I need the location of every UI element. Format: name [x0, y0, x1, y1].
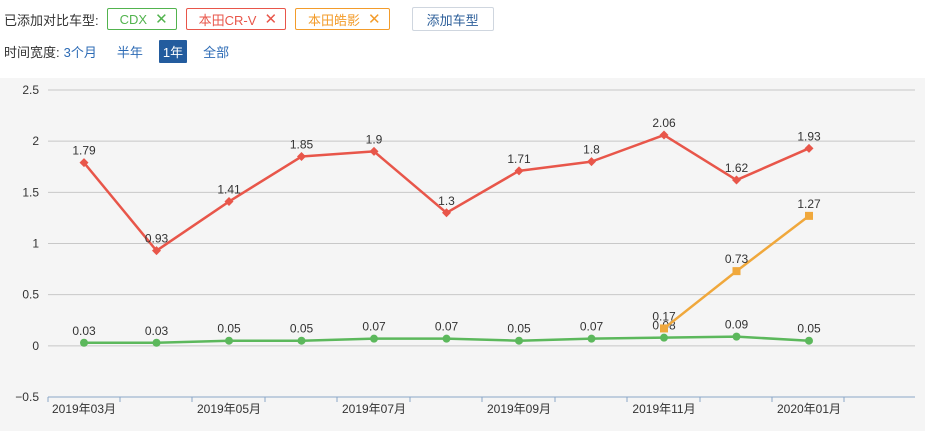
data-point — [805, 211, 813, 220]
data-label: 1.27 — [797, 197, 821, 211]
data-point — [732, 332, 741, 341]
data-label: 0.03 — [145, 324, 169, 338]
chip-cdx[interactable]: CDX ✕ — [106, 8, 177, 30]
data-label: 1.62 — [725, 161, 749, 175]
data-label: 0.07 — [580, 320, 604, 334]
x-tick-label: 2019年07月 — [342, 402, 406, 416]
plot-background — [0, 78, 925, 431]
data-label: 1.8 — [583, 143, 600, 157]
data-label: 0.73 — [725, 252, 749, 266]
chip-label: 本田CR-V — [198, 12, 257, 28]
data-label: 0.05 — [290, 322, 314, 336]
data-point — [587, 334, 596, 343]
y-tick-label: 1 — [32, 237, 39, 251]
data-label: 1.79 — [72, 144, 96, 158]
data-point — [515, 336, 523, 345]
data-label: 1.71 — [507, 152, 531, 166]
time-range-label: 时间宽度: — [4, 44, 60, 60]
data-point — [297, 336, 306, 345]
data-point — [732, 267, 741, 276]
data-label: 0.93 — [145, 232, 169, 246]
y-tick-label: 1.5 — [22, 185, 39, 199]
data-point — [152, 338, 161, 347]
add-model-button[interactable]: 添加车型 — [411, 7, 494, 31]
x-tick-label: 2020年01月 — [777, 402, 841, 416]
x-tick-label: 2019年09月 — [487, 402, 551, 416]
chart-svg: −0.5 0 0.5 1 1.5 2 2.5 2019年03月 2019年05月 2019年07月… — [0, 78, 925, 431]
x-tick-label: 2019年03月 — [52, 402, 116, 416]
remove-icon[interactable]: ✕ — [155, 12, 168, 27]
data-label: 1.93 — [797, 129, 821, 143]
remove-icon[interactable]: ✕ — [368, 12, 381, 27]
range-all[interactable]: 全部 — [199, 40, 233, 63]
y-tick-label: −0.5 — [15, 390, 39, 404]
chip-haoying[interactable]: 本田皓影 ✕ — [295, 8, 390, 30]
data-label: 0.05 — [797, 322, 821, 336]
y-tick-label: 2.5 — [22, 83, 39, 97]
data-point — [805, 336, 813, 345]
data-label: 1.85 — [290, 138, 314, 152]
data-label: 1.41 — [217, 183, 241, 197]
data-point — [80, 338, 88, 347]
data-point — [660, 324, 668, 333]
range-3-months[interactable]: 3个月 — [60, 40, 101, 63]
data-label: 0.05 — [507, 322, 531, 336]
chip-crv[interactable]: 本田CR-V ✕ — [185, 8, 287, 30]
data-label: 0.05 — [217, 322, 241, 336]
data-point — [370, 334, 378, 343]
y-tick-label: 0 — [32, 339, 39, 353]
remove-icon[interactable]: ✕ — [264, 12, 277, 27]
data-label: 0.03 — [72, 324, 96, 338]
x-tick-label: 2019年11月 — [632, 402, 695, 416]
data-label: 0.09 — [725, 318, 749, 332]
data-point — [442, 334, 451, 343]
data-point — [225, 336, 233, 345]
range-half-year[interactable]: 半年 — [113, 40, 147, 63]
line-chart: −0.5 0 0.5 1 1.5 2 2.5 2019年03月 2019年05月 2019年07月… — [0, 78, 925, 431]
range-1-year[interactable]: 1年 — [158, 39, 188, 63]
chip-label: 本田皓影 — [308, 12, 361, 28]
chip-label: CDX — [119, 11, 148, 27]
data-label: 2.06 — [652, 116, 676, 130]
x-tick-label: 2019年05月 — [197, 402, 261, 416]
data-label: 1.9 — [366, 132, 383, 146]
time-range-bar: 时间宽度: 3个月 半年 1年 全部 — [4, 39, 245, 63]
data-label: 0.07 — [435, 320, 459, 334]
data-label: 1.3 — [438, 194, 455, 208]
compare-bar: 已添加对比车型: CDX ✕ 本田CR-V ✕ 本田皓影 ✕ 添加车型 — [4, 7, 494, 31]
compare-label: 已添加对比车型: — [4, 12, 99, 28]
data-label: 0.07 — [362, 320, 386, 334]
data-label: 0.17 — [652, 309, 676, 323]
y-tick-label: 2 — [32, 134, 39, 148]
data-point — [660, 333, 668, 342]
y-tick-label: 0.5 — [22, 288, 39, 302]
